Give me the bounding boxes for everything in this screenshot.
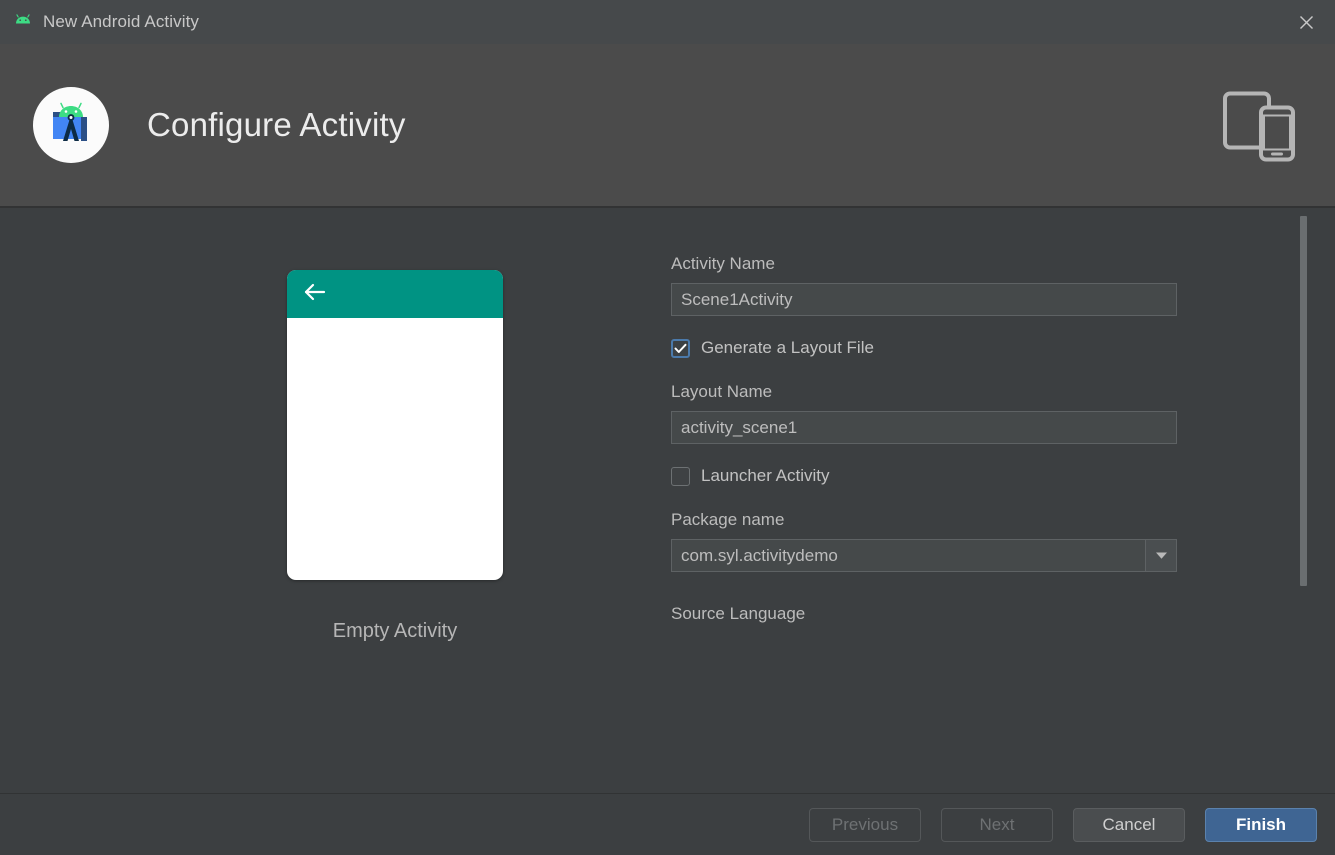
page-title: Configure Activity — [147, 106, 406, 143]
package-name-label: Package name — [671, 510, 785, 529]
close-icon[interactable] — [1285, 4, 1327, 40]
activity-name-label: Activity Name — [671, 254, 775, 273]
android-studio-logo-icon — [33, 87, 109, 163]
source-language-label: Source Language — [671, 604, 806, 623]
generate-layout-label: Generate a Layout File — [701, 338, 874, 357]
preview-appbar — [287, 270, 503, 318]
preview-caption: Empty Activity — [332, 620, 458, 642]
new-android-activity-dialog: New Android Activity Configure Activity … — [0, 0, 1335, 855]
chevron-down-icon[interactable] — [1145, 539, 1177, 572]
layout-name-label: Layout Name — [671, 382, 773, 401]
layout-name-input[interactable] — [671, 411, 1177, 444]
package-name-combobox[interactable]: com.syl.activitydemo — [671, 539, 1177, 572]
preview-card — [287, 270, 503, 580]
generate-layout-checkbox[interactable] — [671, 338, 690, 358]
finish-button[interactable]: Finish — [1205, 807, 1317, 842]
launcher-activity-checkbox-row[interactable]: Launcher Activity — [671, 466, 1177, 486]
previous-button[interactable]: Previous — [809, 807, 921, 842]
dialog-title: New Android Activity — [43, 12, 200, 31]
activity-form: Activity Name Generate a Layout File Lay… — [671, 208, 1177, 633]
dialog-footer: Previous Next Cancel Finish — [0, 793, 1335, 855]
content-scrollbar[interactable] — [1300, 208, 1307, 793]
wizard-header: Configure Activity — [0, 44, 1335, 208]
next-button[interactable]: Next — [941, 807, 1053, 842]
android-head-icon — [12, 11, 34, 33]
tablet-and-phone-icon — [1223, 82, 1299, 169]
dialog-titlebar: New Android Activity — [0, 0, 1335, 44]
dialog-content: Empty Activity Activity Name Generate a … — [0, 208, 1335, 793]
launcher-activity-checkbox[interactable] — [671, 466, 690, 486]
cancel-button[interactable]: Cancel — [1073, 807, 1185, 842]
activity-name-input[interactable] — [671, 283, 1177, 316]
back-arrow-icon — [303, 282, 327, 307]
template-preview: Empty Activity — [287, 270, 503, 643]
launcher-activity-label: Launcher Activity — [701, 466, 830, 485]
package-name-value[interactable]: com.syl.activitydemo — [671, 539, 1145, 572]
scrollbar-thumb[interactable] — [1300, 216, 1307, 586]
generate-layout-checkbox-row[interactable]: Generate a Layout File — [671, 338, 1177, 358]
